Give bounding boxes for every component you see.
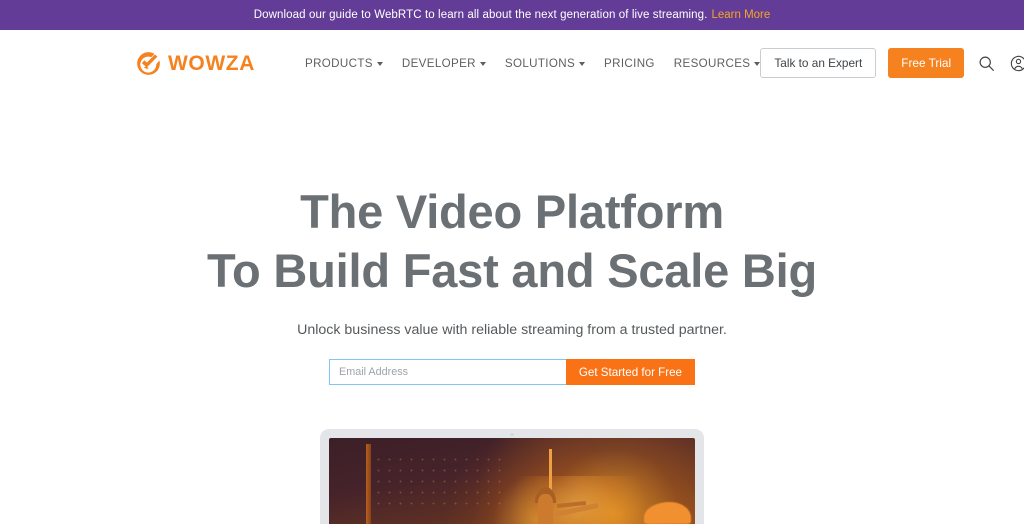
hero-title-line-1: The Video Platform xyxy=(300,185,724,238)
chevron-down-icon xyxy=(376,62,383,66)
wowza-logo[interactable]: WOWZA xyxy=(136,51,255,76)
nav-label-pricing: PRICING xyxy=(604,56,655,70)
nav-label-products: PRODUCTS xyxy=(304,56,373,70)
free-trial-button[interactable]: Free Trial xyxy=(888,48,965,78)
nav-label-solutions: SOLUTIONS xyxy=(504,56,576,70)
nav-item-developer[interactable]: DEVELOPER xyxy=(402,57,486,70)
nav-item-products[interactable]: PRODUCTS xyxy=(305,57,383,70)
nav-item-resources[interactable]: RESOURCES xyxy=(674,57,761,70)
search-icon[interactable] xyxy=(976,53,996,73)
page-title: The Video Platform To Build Fast and Sca… xyxy=(0,182,1024,300)
site-header: WOWZA PRODUCTS DEVELOPER SOLUTIONS PRICI… xyxy=(0,30,1024,96)
camera-dot-icon xyxy=(510,433,514,437)
hero-subtitle: Unlock business value with reliable stre… xyxy=(297,322,727,339)
account-icon[interactable] xyxy=(1008,53,1024,73)
promo-learn-more-link[interactable]: Learn More xyxy=(711,9,770,21)
nav-label-resources: RESOURCES xyxy=(673,56,751,70)
main-navigation: PRODUCTS DEVELOPER SOLUTIONS PRICING RES… xyxy=(305,56,761,70)
device-mockup xyxy=(320,429,704,524)
nav-item-solutions[interactable]: SOLUTIONS xyxy=(504,56,586,70)
talk-to-expert-button[interactable]: Talk to an Expert xyxy=(760,48,877,78)
nav-item-pricing[interactable]: PRICING xyxy=(604,57,655,70)
rocket-launch-image xyxy=(329,438,695,524)
promo-banner: Download our guide to WebRTC to learn al… xyxy=(0,0,1024,30)
device-frame xyxy=(320,429,704,524)
promo-text: Download our guide to WebRTC to learn al… xyxy=(253,9,708,21)
hero-section: The Video Platform To Build Fast and Sca… xyxy=(0,96,1024,524)
rocket-stack xyxy=(523,448,618,524)
launch-tower-shape xyxy=(365,443,371,524)
chevron-down-icon xyxy=(479,62,486,66)
email-signup-form: Get Started for Free xyxy=(329,359,695,386)
wowza-wordmark: WOWZA xyxy=(168,51,255,75)
header-actions: Talk to an Expert Free Trial xyxy=(760,48,1024,78)
nav-label-developer: DEVELOPER xyxy=(401,56,476,70)
get-started-button[interactable]: Get Started for Free xyxy=(565,359,695,386)
chevron-down-icon xyxy=(579,62,586,66)
flame-plume-shape xyxy=(643,502,692,524)
email-input[interactable] xyxy=(329,359,566,386)
chevron-down-icon xyxy=(754,62,761,66)
rocket-body-shape xyxy=(538,494,554,524)
wowza-swirl-icon xyxy=(136,51,161,76)
hero-title-line-2: To Build Fast and Scale Big xyxy=(206,244,818,298)
